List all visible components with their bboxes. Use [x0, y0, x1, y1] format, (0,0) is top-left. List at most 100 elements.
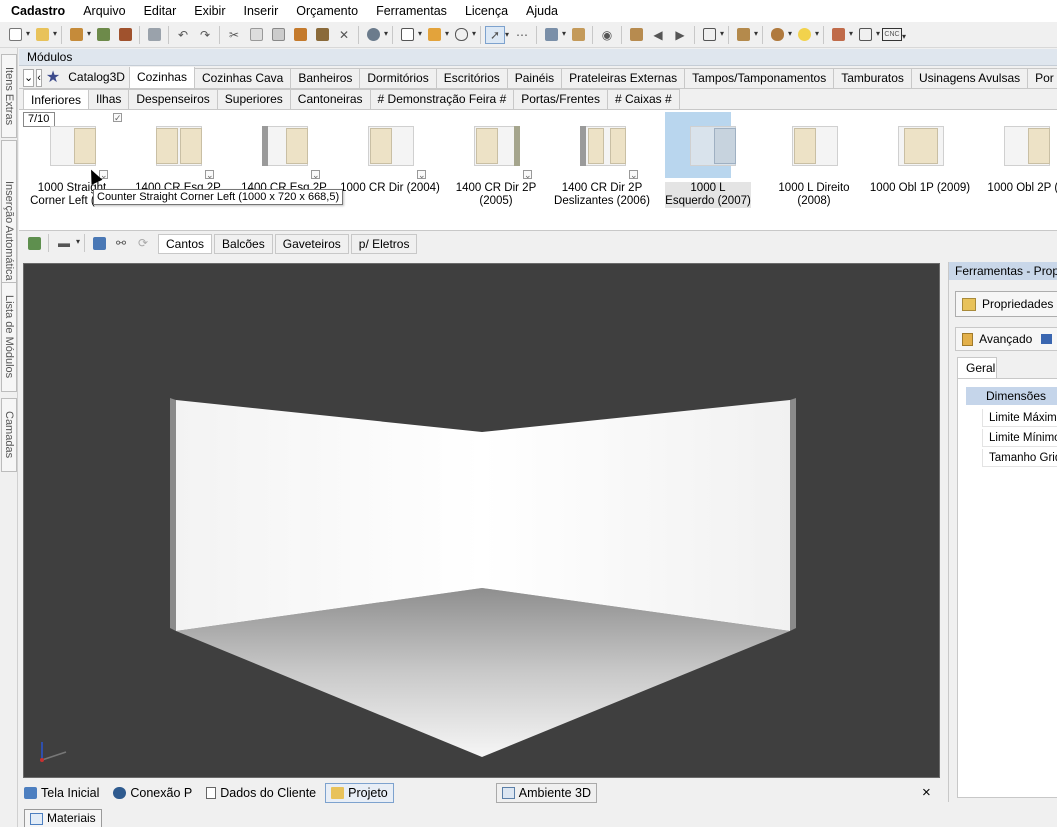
info-icon[interactable]: ⌄ [417, 170, 426, 180]
tab-materiais[interactable]: Materiais [24, 809, 102, 827]
insert-icon[interactable] [89, 234, 109, 252]
report-icon[interactable] [828, 26, 853, 44]
tab-balcoes[interactable]: Balcões [214, 234, 273, 254]
module-item[interactable]: 1000 L Direito (2008) [761, 112, 867, 208]
3d-viewport[interactable] [23, 263, 940, 778]
info-icon[interactable]: ⌄ [629, 170, 638, 180]
paste-icon[interactable] [268, 26, 288, 44]
tab-tampos[interactable]: Tampos/Tamponamentos [684, 68, 835, 88]
arrow-left-icon[interactable]: ◀ [648, 26, 668, 44]
section-dimensoes[interactable]: Dimensões [966, 387, 1057, 405]
layers-icon[interactable] [397, 26, 422, 44]
info-icon[interactable]: ⌄ [311, 170, 320, 180]
tab-dormitorios[interactable]: Dormitórios [359, 68, 437, 88]
menu-cadastro[interactable]: Cadastro [0, 0, 74, 22]
light-bulb-icon[interactable] [794, 26, 819, 44]
advanced-button[interactable]: Avançado [955, 327, 1057, 351]
tab-despenseiros[interactable]: Despenseiros [128, 89, 218, 109]
tab-demonstracao-feira[interactable]: # Demonstração Feira # [369, 89, 515, 109]
list-icon[interactable] [1041, 334, 1052, 344]
print-icon[interactable] [144, 26, 164, 44]
shape-icon[interactable] [451, 26, 476, 44]
tab-por[interactable]: Por [1027, 68, 1057, 88]
binoculars-icon[interactable]: ⚯ [111, 234, 131, 252]
tab-escritorios[interactable]: Escritórios [435, 68, 508, 88]
tab-projeto[interactable]: Projeto [325, 783, 394, 803]
close-icon[interactable]: × [922, 784, 931, 802]
module-icon[interactable] [115, 26, 135, 44]
module-item[interactable]: ⌄ 1000 CR Dir (2004) [337, 112, 443, 208]
library-label[interactable]: Catalog3D [62, 68, 130, 88]
door-open-icon[interactable] [626, 26, 646, 44]
tab-cantos[interactable]: Cantos [158, 234, 213, 254]
redo-icon[interactable]: ↷ [195, 26, 215, 44]
budget-icon[interactable] [363, 26, 388, 44]
catalog-icon[interactable] [66, 26, 91, 44]
measure-icon[interactable]: ⋯ [512, 26, 532, 44]
tab-cantoneiras[interactable]: Cantoneiras [289, 89, 371, 109]
undo-icon[interactable]: ↶ [173, 26, 193, 44]
delete-icon[interactable]: ✕ [334, 26, 354, 44]
tab-ambiente-3d[interactable]: Ambiente 3D [495, 783, 598, 803]
wall-icon[interactable] [568, 26, 588, 44]
property-tamanho-grid[interactable]: Tamanho Grid [982, 449, 1057, 467]
property-limite-minimo[interactable]: Limite Mínimo [982, 429, 1057, 447]
tab-inferiores[interactable]: Inferiores [23, 89, 90, 109]
module-item[interactable]: ⌄ 1400 CR Dir 2P (2005) [443, 112, 549, 208]
menu-ajuda[interactable]: Ajuda [517, 0, 567, 22]
tab-gaveteiros[interactable]: Gaveteiros [274, 234, 349, 254]
tab-tamburatos[interactable]: Tamburatos [833, 68, 912, 88]
module-item[interactable]: 1000 Obl 2P (2 [973, 112, 1057, 208]
tab-p-eletros[interactable]: p/ Eletros [350, 234, 418, 254]
info-icon[interactable]: ⌄ [523, 170, 532, 180]
cut-icon[interactable]: ✂ [224, 26, 244, 44]
new-file-icon[interactable] [5, 26, 30, 44]
tab-cozinhas-cava[interactable]: Cozinhas Cava [193, 68, 292, 88]
tab-dados-do-cliente[interactable]: Dados do Cliente [201, 783, 321, 803]
copy-icon[interactable] [246, 26, 266, 44]
blocks-icon[interactable] [424, 26, 449, 44]
tab-ilhas[interactable]: Ilhas [88, 89, 130, 109]
tab-prateleiras-externas[interactable]: Prateleiras Externas [561, 68, 686, 88]
render-teapot-icon[interactable] [767, 26, 792, 44]
tab-paineis[interactable]: Painéis [506, 68, 563, 88]
menu-arquivo[interactable]: Arquivo [74, 0, 134, 22]
module-item[interactable]: ⌄ 1400 CR Dir 2P Deslizantes (2006) [549, 112, 655, 208]
tab-lista-de-modulos[interactable]: Lista de Módulos [1, 282, 17, 392]
tab-cozinhas[interactable]: Cozinhas [128, 67, 195, 88]
chevron-left-icon[interactable]: ‹ [36, 68, 42, 87]
view-cube-icon[interactable] [699, 26, 724, 44]
layout-icon[interactable] [855, 26, 880, 44]
tab-caixas[interactable]: # Caixas # [606, 89, 680, 109]
tab-conexao-p[interactable]: Conexão P [108, 783, 197, 803]
chevron-down-icon[interactable]: ⌄ [23, 68, 35, 87]
paint-roller-icon[interactable] [312, 26, 332, 44]
menu-exibir[interactable]: Exibir [185, 0, 234, 22]
tab-itens-extras[interactable]: Itens Extras [1, 54, 17, 138]
box-icon[interactable] [733, 26, 758, 44]
property-limite-maximo[interactable]: Limite Máximo [982, 409, 1057, 427]
library-icon[interactable] [93, 26, 113, 44]
tab-superiores[interactable]: Superiores [216, 89, 291, 109]
tab-portas-frentes[interactable]: Portas/Frentes [513, 89, 608, 109]
tab-tela-inicial[interactable]: Tela Inicial [19, 783, 104, 803]
hammer-icon[interactable] [290, 26, 310, 44]
tab-geral[interactable]: Geral [957, 357, 997, 378]
line-style-icon[interactable]: ▬ [53, 234, 80, 252]
module-item-selected[interactable]: 1000 L Esquerdo (2007) [655, 112, 761, 208]
select-pointer-icon[interactable]: ➚ [485, 25, 509, 44]
favorites-star-icon[interactable]: ★ [46, 69, 60, 87]
eye-icon[interactable]: ◉ [597, 26, 617, 44]
menu-inserir[interactable]: Inserir [235, 0, 288, 22]
cnc-icon[interactable]: CNC [882, 28, 906, 41]
menu-orcamento[interactable]: Orçamento [287, 0, 367, 22]
layers-stack-icon[interactable] [541, 26, 566, 44]
import-icon[interactable] [24, 234, 44, 252]
module-item[interactable]: 1000 Obl 1P (2009) [867, 112, 973, 208]
tab-usinagens-avulsas[interactable]: Usinagens Avulsas [910, 68, 1029, 88]
info-icon[interactable]: ⌄ [205, 170, 214, 180]
open-folder-icon[interactable] [32, 26, 57, 44]
sync-icon[interactable]: ⟳ [133, 234, 153, 252]
menu-ferramentas[interactable]: Ferramentas [367, 0, 456, 22]
menu-licenca[interactable]: Licença [456, 0, 517, 22]
